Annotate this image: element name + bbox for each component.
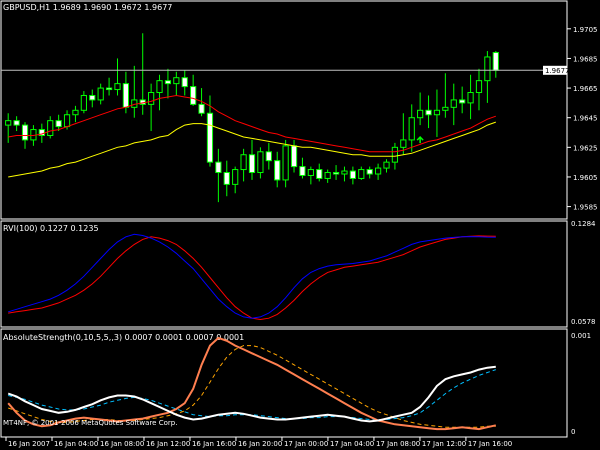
candle-body: [114, 83, 121, 91]
candle-body: [417, 109, 424, 119]
candle-body: [383, 161, 390, 169]
x-tick-label: 16 Jan 20:00: [238, 440, 282, 448]
candle-body: [408, 117, 415, 141]
candle-body: [299, 166, 306, 176]
candle-body: [55, 120, 62, 128]
candle-body: [341, 170, 348, 175]
bears-strength-line: [7, 365, 496, 423]
candle-body: [484, 56, 491, 82]
x-tick-label: 16 Jan 16:00: [192, 440, 236, 448]
candle-body: [122, 83, 130, 108]
candle-body: [433, 109, 441, 116]
candle-body: [450, 99, 457, 108]
strength-y-axis: 0.001 0: [571, 332, 591, 436]
candle-body: [366, 169, 373, 175]
y-tick-label: 0.1284: [571, 220, 596, 228]
candle-body: [223, 172, 230, 185]
y-tick-label: 0: [571, 428, 575, 436]
x-tick-label: 16 Jan 08:00: [100, 440, 144, 448]
candle-body: [257, 151, 264, 174]
candle-body: [89, 94, 96, 101]
candle-body: [232, 169, 239, 185]
candle-body: [274, 160, 281, 181]
candle-body: [97, 87, 104, 101]
candle-body: [248, 154, 256, 174]
candle-body: [105, 87, 113, 91]
candle-body: [290, 145, 298, 168]
candle-body: [173, 77, 180, 85]
y-tick-label: 1.9605: [573, 174, 598, 182]
time-axis: 16 Jan 2007 16 Jan 04:00 16 Jan 08:00 16 Ja…: [5, 437, 512, 448]
y-tick-label: 1.9705: [573, 26, 598, 34]
rvi-panel[interactable]: RVI(100) 0.1227 0.1235 0.1284 0.0578: [0, 220, 596, 328]
watermark: MT4NF, © 2001-2006 MetaQuotes Software C…: [3, 419, 177, 427]
main-y-axis: 1.9705 1.9685 1.9665 1.9645 1.9625 1.9605 1.95…: [567, 26, 598, 212]
candle-body: [240, 154, 247, 171]
candle-body: [282, 145, 289, 181]
candle-body: [181, 77, 188, 88]
rvi-header: RVI(100) 0.1227 0.1235: [3, 224, 99, 233]
bears-signal-line: [8, 369, 496, 420]
candle-body: [492, 52, 499, 71]
candle-body: [307, 169, 314, 176]
candle-body: [265, 151, 272, 162]
candle-body: [391, 146, 399, 163]
rvi-y-axis: 0.1284 0.0578: [571, 220, 596, 326]
candle-body: [358, 169, 365, 179]
candle-body: [349, 170, 356, 179]
y-tick-label: 1.9585: [573, 204, 598, 212]
candle-body: [72, 109, 79, 116]
candle-body: [324, 172, 331, 179]
candle-body: [400, 139, 407, 148]
candle-body: [467, 92, 474, 104]
x-tick-label: 17 Jan 12:00: [422, 440, 466, 448]
current-price-tag: 1.9677: [543, 65, 570, 75]
y-tick-label: 1.9645: [573, 115, 598, 123]
x-tick-label: 16 Jan 2007: [8, 440, 50, 448]
candle-body: [206, 112, 214, 163]
x-tick-label: 16 Jan 12:00: [146, 440, 190, 448]
candlestick-series: [5, 33, 499, 203]
rvi-main-line: [8, 233, 496, 319]
candle-body: [316, 169, 323, 179]
y-tick-label: 1.9665: [573, 85, 598, 93]
candle-body: [459, 99, 466, 104]
candle-body: [475, 80, 483, 94]
candle-body: [21, 124, 29, 141]
y-tick-label: 0.0578: [571, 318, 596, 326]
x-tick-label: 17 Jan 00:00: [284, 440, 328, 448]
candle-body: [198, 103, 205, 114]
candle-body: [13, 120, 20, 126]
y-tick-label: 0.001: [571, 332, 591, 340]
candle-body: [442, 106, 449, 111]
candle-body: [5, 120, 12, 126]
candle-body: [80, 94, 87, 111]
candle-body: [332, 172, 340, 175]
candle-body: [215, 161, 222, 174]
candle-body: [148, 92, 155, 105]
y-tick-label: 1.9625: [573, 144, 598, 152]
strength-header: AbsoluteStrength(0,10,5,5,,3) 0.0007 0.0…: [3, 333, 244, 342]
x-tick-label: 16 Jan 04:00: [54, 440, 98, 448]
chart-canvas[interactable]: GBPUSD,H1 1.9689 1.9690 1.9672 1.9677 1.…: [0, 0, 600, 450]
candle-body: [425, 109, 432, 116]
candle-body: [47, 120, 54, 136]
main-price-panel[interactable]: GBPUSD,H1 1.9689 1.9690 1.9672 1.9677 1.…: [0, 0, 598, 220]
x-tick-label: 17 Jan 08:00: [376, 440, 420, 448]
x-tick-label: 17 Jan 04:00: [330, 440, 374, 448]
x-tick-label: 17 Jan 16:00: [468, 440, 512, 448]
candle-body: [374, 167, 382, 175]
candle-body: [164, 80, 172, 85]
symbol-header: GBPUSD,H1 1.9689 1.9690 1.9672 1.9677: [3, 3, 172, 12]
rvi-signal-line: [8, 235, 496, 321]
svg-text:1.9677: 1.9677: [545, 67, 570, 75]
candle-body: [63, 114, 71, 128]
strength-panel[interactable]: AbsoluteStrength(0,10,5,5,,3) 0.0007 0.0…: [0, 328, 591, 438]
candle-body: [190, 86, 197, 105]
up-arrow-icon: [416, 136, 424, 144]
candle-body: [156, 80, 163, 94]
y-tick-label: 1.9685: [573, 55, 598, 63]
